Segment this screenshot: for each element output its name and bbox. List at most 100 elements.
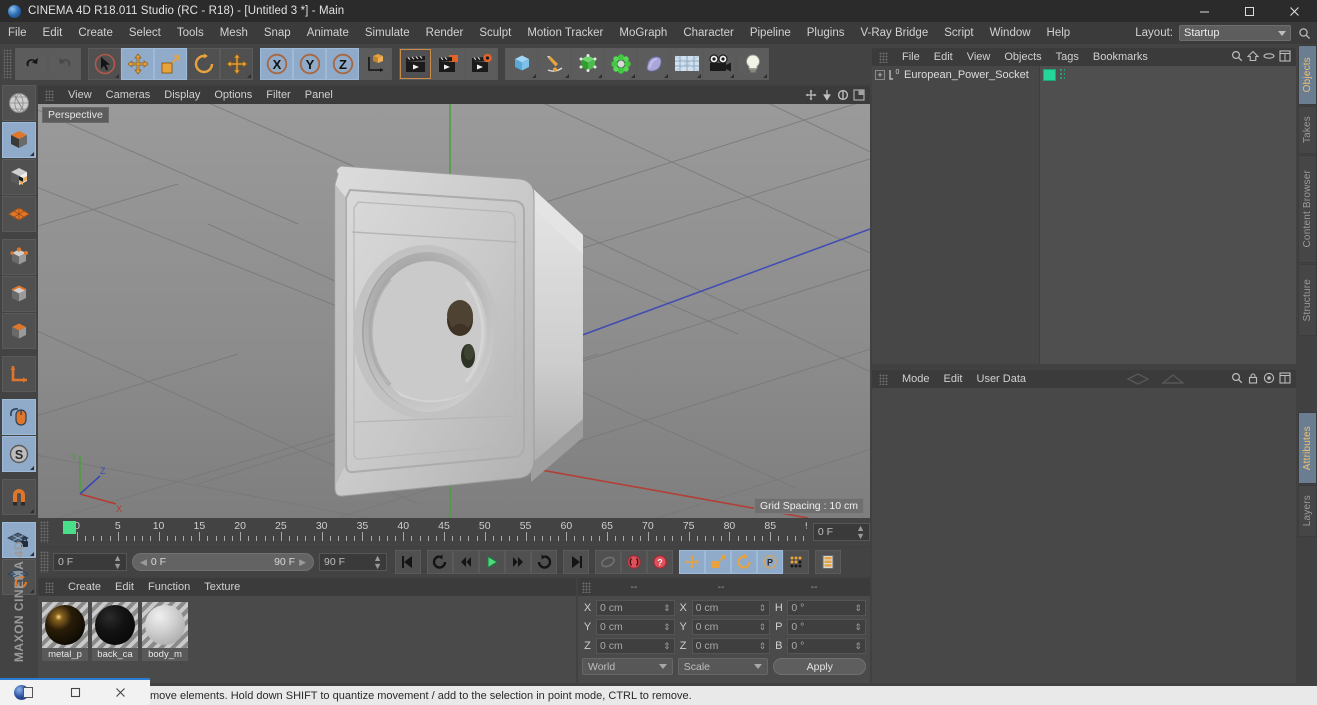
layout-dropdown[interactable]: Startup — [1179, 25, 1291, 41]
menu-mesh[interactable]: Mesh — [212, 22, 256, 44]
object-manager-grip[interactable] — [872, 48, 895, 66]
add-cube-button[interactable] — [505, 48, 538, 80]
spinner-icon[interactable]: ⇕ — [854, 622, 862, 631]
material-menu-edit[interactable]: Edit — [108, 578, 141, 596]
maximize-icon[interactable] — [1227, 0, 1272, 22]
size-x-field[interactable]: 0 cm ⇕ — [691, 599, 771, 616]
spinner-icon[interactable]: ⇕ — [759, 641, 767, 650]
cinema4d-taskbar-icon[interactable] — [14, 685, 33, 700]
viewport-menu-view[interactable]: View — [61, 86, 99, 104]
object-menu-bookmarks[interactable]: Bookmarks — [1086, 48, 1155, 66]
spinner-icon[interactable]: ⇕ — [663, 603, 671, 612]
tab-content-browser[interactable]: Content Browser — [1298, 155, 1317, 263]
transport-grip[interactable] — [40, 551, 49, 573]
add-light-button[interactable] — [736, 48, 769, 80]
size-y-field[interactable]: 0 cm ⇕ — [691, 618, 771, 635]
axis-mode-button[interactable] — [2, 356, 36, 392]
minimize-icon[interactable] — [1182, 0, 1227, 22]
target-icon[interactable] — [1263, 372, 1275, 387]
apply-button[interactable]: Apply — [773, 658, 867, 675]
lock-x-axis-button[interactable]: X — [260, 48, 293, 80]
points-mode-button[interactable] — [2, 239, 36, 275]
current-frame-field[interactable]: 0 F ▲ ▼ — [53, 553, 127, 571]
coordinate-mode-dropdown[interactable]: Scale — [677, 658, 769, 675]
material-menu-create[interactable]: Create — [61, 578, 108, 596]
spinner-icon[interactable]: ⇕ — [759, 603, 767, 612]
add-deformer-button[interactable] — [637, 48, 670, 80]
orbit-icon[interactable] — [836, 89, 849, 102]
position-x-field[interactable]: 0 cm ⇕ — [596, 599, 675, 616]
undo-button[interactable] — [15, 48, 48, 80]
object-menu-objects[interactable]: Objects — [997, 48, 1048, 66]
range-right-arrow-icon[interactable]: ▶ — [299, 557, 306, 568]
go-to-next-key-button[interactable] — [531, 550, 557, 574]
material-thumbnail[interactable] — [42, 602, 88, 648]
tab-structure[interactable]: Structure — [1298, 264, 1317, 336]
go-to-start-button[interactable] — [395, 550, 421, 574]
close-icon[interactable] — [1272, 0, 1317, 22]
attribute-menu-user-data[interactable]: User Data — [970, 370, 1034, 388]
point-level-animation-button[interactable] — [783, 550, 809, 574]
material-item[interactable]: back_ca — [92, 602, 138, 661]
lock-icon[interactable] — [1247, 372, 1259, 387]
parameter-key-button[interactable]: P — [757, 550, 783, 574]
position-key-button[interactable] — [679, 550, 705, 574]
link-icon[interactable] — [1263, 50, 1275, 65]
spinner-icon[interactable]: ⇕ — [854, 603, 862, 612]
rotate-tool[interactable] — [187, 48, 220, 80]
search-icon[interactable] — [1231, 372, 1243, 387]
size-z-field[interactable]: 0 cm ⇕ — [691, 637, 771, 654]
menu-simulate[interactable]: Simulate — [357, 22, 418, 44]
material-menu-texture[interactable]: Texture — [197, 578, 247, 596]
expand-toggle-icon[interactable]: + — [875, 69, 885, 80]
material-menu-function[interactable]: Function — [141, 578, 197, 596]
add-floor-button[interactable] — [670, 48, 703, 80]
search-icon[interactable] — [1231, 50, 1243, 65]
render-view-button[interactable] — [399, 48, 432, 80]
spinner-icon[interactable]: ▲ ▼ — [856, 524, 865, 541]
spinner-icon[interactable]: ⇕ — [663, 641, 671, 650]
toolbar-grip[interactable] — [3, 49, 12, 79]
object-menu-view[interactable]: View — [960, 48, 998, 66]
fit-icon[interactable] — [1279, 49, 1291, 65]
menu-sculpt[interactable]: Sculpt — [471, 22, 519, 44]
range-left-arrow-icon[interactable]: ◀ — [140, 557, 147, 568]
viewport-3d-canvas[interactable]: Y X Z — [38, 86, 870, 518]
timeline-ruler[interactable]: 051015202530354045505560657075808590 0 F… — [38, 518, 870, 546]
viewport-grip[interactable] — [38, 86, 61, 104]
tab-objects[interactable]: Objects — [1298, 45, 1317, 105]
render-settings-button[interactable] — [465, 48, 498, 80]
add-camera-button[interactable] — [703, 48, 736, 80]
scale-tool[interactable] — [154, 48, 187, 80]
menu-file[interactable]: File — [0, 22, 35, 44]
tab-layers[interactable]: Layers — [1298, 485, 1317, 537]
viewport-menu-display[interactable]: Display — [157, 86, 207, 104]
close-window-icon[interactable] — [98, 679, 143, 705]
step-forward-button[interactable] — [505, 550, 531, 574]
redo-button[interactable] — [48, 48, 81, 80]
menu-tools[interactable]: Tools — [169, 22, 212, 44]
material-thumbnail[interactable] — [142, 602, 188, 648]
maximize-viewport-icon[interactable] — [852, 89, 865, 102]
transform-tool[interactable] — [220, 48, 253, 80]
timeline-strip[interactable]: 051015202530354045505560657075808590 — [59, 519, 807, 545]
preview-range-slider[interactable]: ◀ 0 F 90 F ▶ — [132, 553, 314, 571]
timeline-end-field[interactable]: 0 F ▲ ▼ — [812, 523, 870, 541]
timeline-view-button[interactable] — [815, 550, 841, 574]
pan-icon[interactable] — [804, 89, 817, 102]
fit-icon[interactable] — [1279, 371, 1291, 387]
viewport-menu-cameras[interactable]: Cameras — [99, 86, 158, 104]
menu-help[interactable]: Help — [1039, 22, 1079, 44]
spinner-icon[interactable]: ⇕ — [759, 622, 767, 631]
material-grip[interactable] — [38, 578, 61, 596]
coordinate-system-dropdown[interactable]: World — [582, 658, 673, 675]
menu-motion-tracker[interactable]: Motion Tracker — [519, 22, 611, 44]
viewport-menu-panel[interactable]: Panel — [298, 86, 340, 104]
go-to-previous-key-button[interactable] — [427, 550, 453, 574]
home-icon[interactable] — [1246, 50, 1260, 65]
record-active-objects-button[interactable] — [621, 550, 647, 574]
material-item[interactable]: metal_p — [42, 602, 88, 661]
position-z-field[interactable]: 0 cm ⇕ — [596, 637, 675, 654]
go-to-end-button[interactable] — [563, 550, 589, 574]
perspective-viewport[interactable]: View Cameras Display Options Filter Pane… — [38, 86, 870, 518]
